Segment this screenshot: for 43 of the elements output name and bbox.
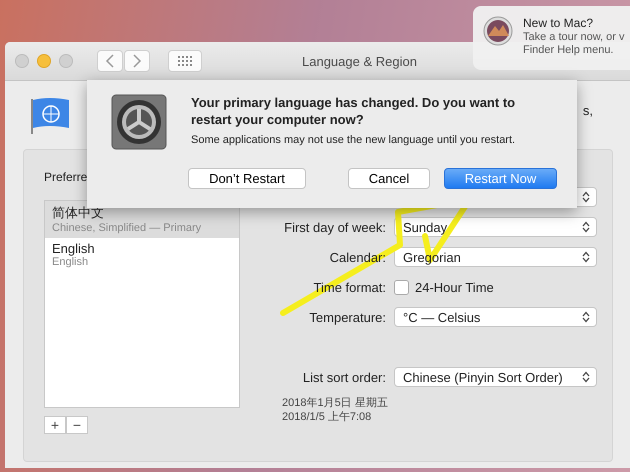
dialog-title: Your primary language has changed. Do you want to restart your computer now? [191,94,516,128]
updown-chevron-icon [582,251,590,263]
window-title: Language & Region [302,54,417,68]
popup-menu[interactable]: Sunday [394,217,597,237]
forward-button[interactable] [124,50,150,72]
language-detail: Chinese, Simplified — Primary [52,222,202,234]
dialog-button[interactable]: Cancel [348,168,430,189]
minimize-icon[interactable] [37,54,51,68]
close-icon[interactable] [15,54,29,68]
checkbox-label: 24-Hour Time [415,280,494,294]
list-button[interactable]: + [44,416,66,434]
updown-chevron-icon [582,311,590,323]
section-label: Preferre [44,170,88,184]
setting-label: List sort order: [302,370,387,384]
setting-label: First day of week: [283,220,387,234]
updown-chevron-icon [582,221,590,233]
notification-title: New to Mac? [523,16,594,31]
popup-menu[interactable]: Chinese (Pinyin Sort Order) [394,367,597,387]
dialog-button[interactable]: Don’t Restart [188,168,306,189]
language-item[interactable]: English English [45,238,239,272]
language-detail: English [52,256,90,268]
chevron-left-icon [105,54,115,68]
notification-text: Finder Help menu. [523,44,614,57]
back-button[interactable] [97,50,123,72]
checkbox[interactable] [394,280,409,294]
mountain-icon [483,16,513,46]
show-all-button[interactable] [168,50,202,72]
date-sample: 2018年1月5日 星期五 [282,396,389,410]
language-name: English [52,241,96,256]
updown-chevron-icon [582,371,590,383]
dialog-message: Some applications may not use the new language until you restart. [191,134,516,146]
gear-icon [111,94,167,150]
setting-label: Temperature: [308,310,387,324]
date-sample: 2018/1/5 上午7:08 [282,410,372,424]
popup-menu[interactable]: °C — Celsius [394,307,597,327]
notification-toast[interactable]: New to Mac? Take a tour now, or v Finder Help menu. [473,6,630,70]
grid-icon [178,56,192,66]
notification-text: Take a tour now, or v [523,31,624,44]
chevron-right-icon [132,54,142,68]
zoom-icon[interactable] [59,54,73,68]
description-text: s, [582,102,593,118]
updown-chevron-icon [582,191,590,203]
list-button[interactable]: − [66,416,88,434]
